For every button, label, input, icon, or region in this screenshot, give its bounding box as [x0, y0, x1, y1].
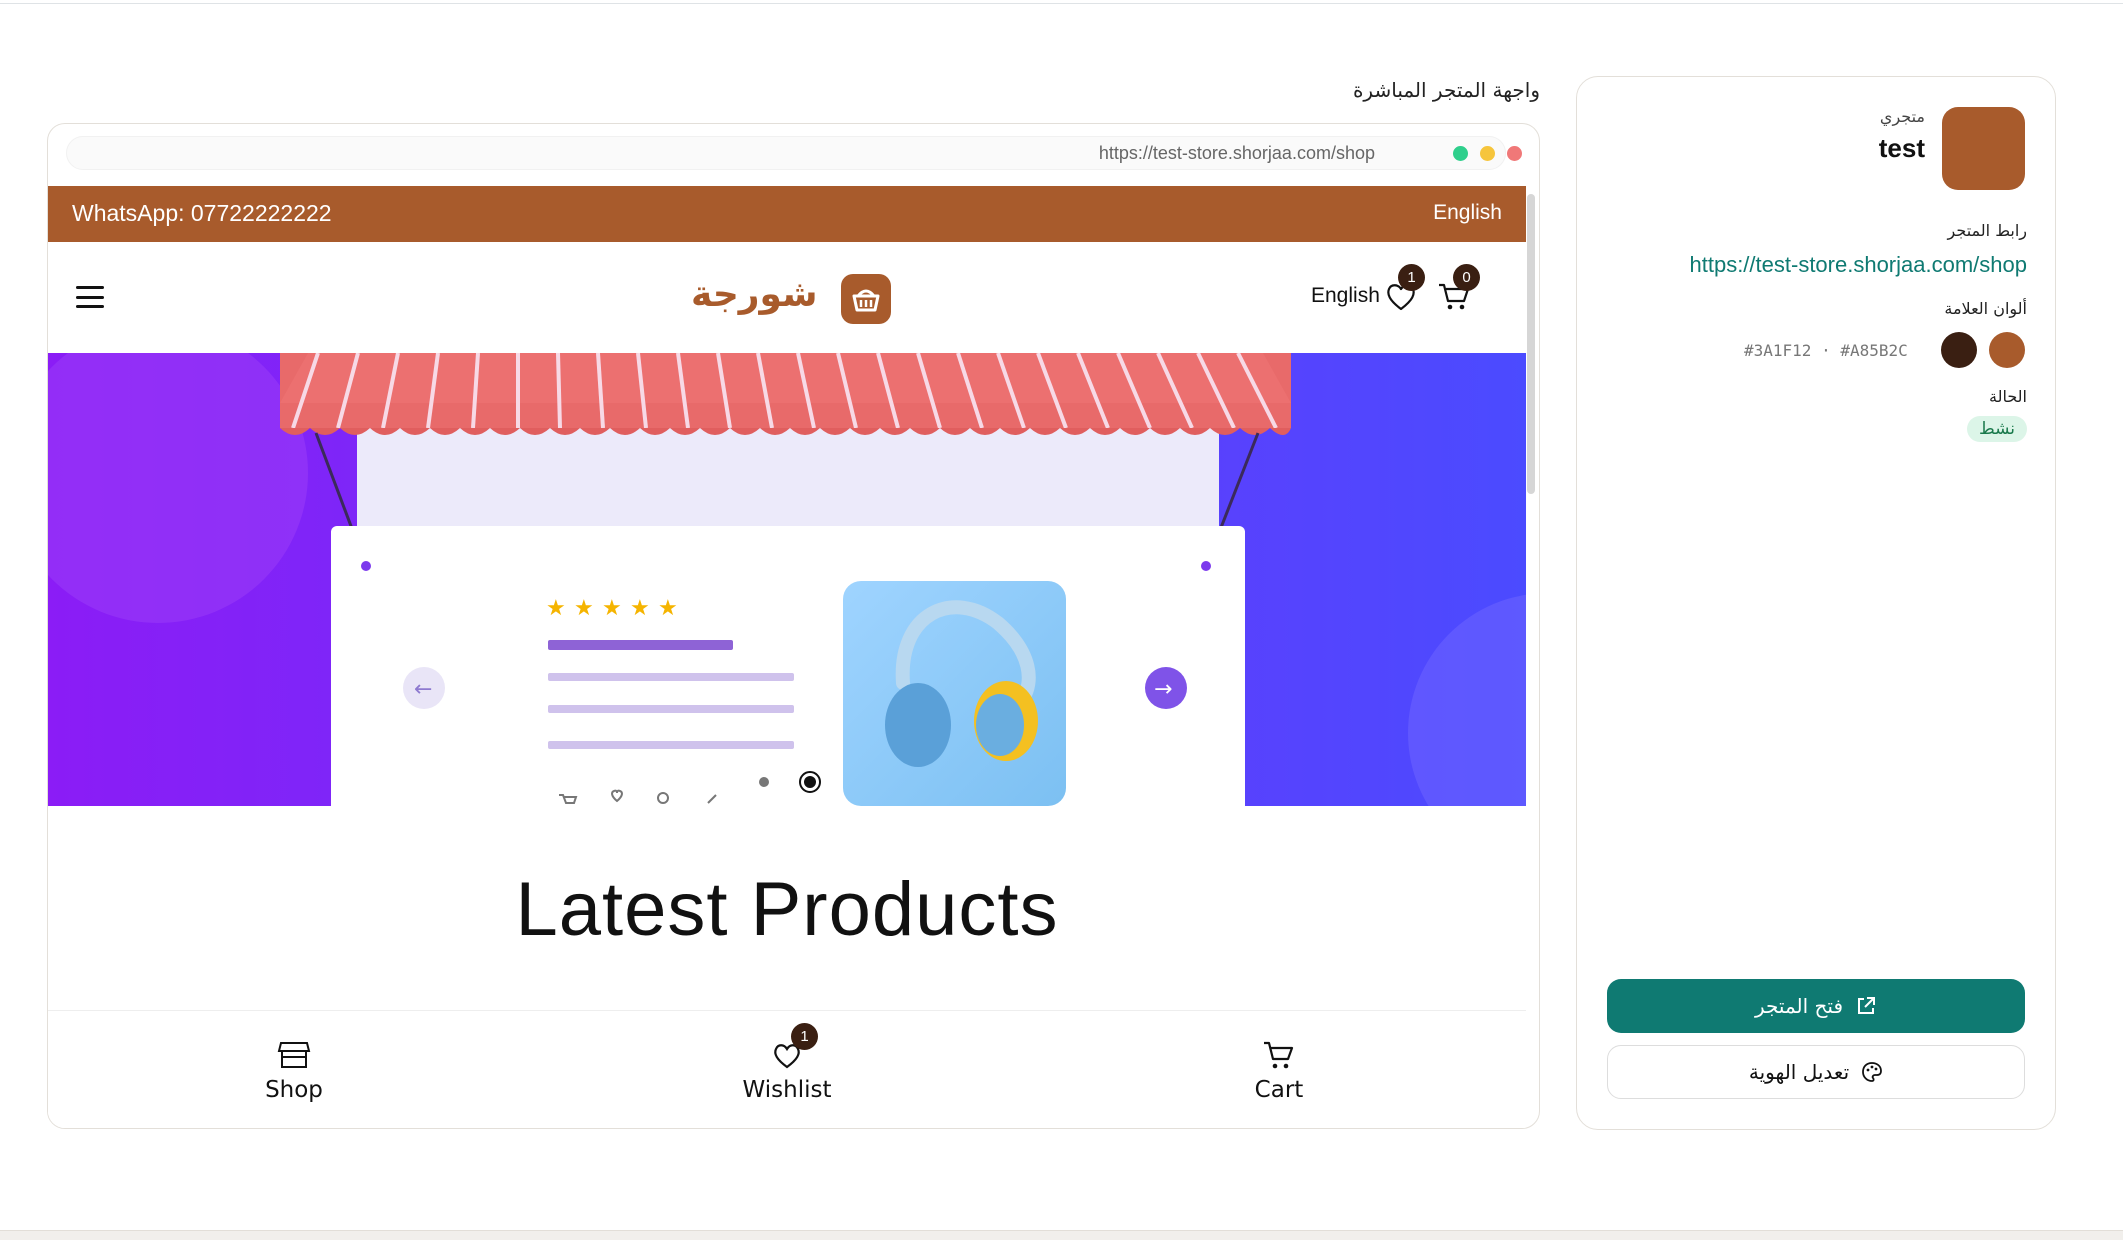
preview-title: واجهة المتجر المباشرة: [1352, 78, 1540, 102]
external-link-icon: [1858, 997, 1876, 1014]
svg-text:→: →: [1154, 677, 1172, 702]
header-language-link[interactable]: English: [1311, 284, 1380, 308]
brand-colors-hex: #3A1F12 · #A85B2C: [1744, 341, 1908, 360]
store-logo[interactable]: شورجة: [691, 274, 891, 324]
status-label: الحالة: [1989, 387, 2027, 406]
wishlist-count-badge: 1: [1398, 264, 1425, 291]
window-dot-red: [1507, 146, 1522, 161]
basket-logo-icon: [841, 274, 891, 324]
storefront-preview[interactable]: WhatsApp: 07722222222 English شورجة Engl…: [48, 186, 1526, 1128]
address-bar: https://test-store.shorjaa.com/shop: [66, 136, 1506, 170]
svg-text:★: ★: [630, 596, 650, 621]
bottom-nav-shop-label: Shop: [265, 1077, 323, 1103]
store-link-label: رابط المتجر: [1947, 221, 2027, 240]
edit-identity-label: تعديل الهوية: [1748, 1060, 1850, 1084]
bottom-wishlist-badge: 1: [791, 1023, 818, 1050]
whatsapp-contact[interactable]: WhatsApp: 07722222222: [72, 200, 332, 227]
bottom-nav-cart-label: Cart: [1254, 1077, 1304, 1103]
address-url: https://test-store.shorjaa.com/shop: [1098, 143, 1375, 163]
store-icon: [277, 1039, 311, 1071]
bottom-border: [0, 1230, 2123, 1240]
top-border: [0, 0, 2123, 4]
store-link-url[interactable]: https://test-store.shorjaa.com/shop: [1690, 252, 2028, 278]
store-kicker: متجري: [1879, 107, 1925, 126]
cart-count-badge: 0: [1453, 264, 1480, 291]
hero-banner[interactable]: ★ ★ ★ ★ ★ ← →: [48, 353, 1526, 806]
hero-illustration: ★ ★ ★ ★ ★ ← →: [48, 353, 1526, 806]
brand-color-swatch-secondary: [1941, 332, 1977, 368]
heart-icon: 1: [770, 1023, 818, 1071]
promo-bar: WhatsApp: 07722222222 English: [48, 186, 1526, 242]
brand-color-swatch-primary: [1989, 332, 2025, 368]
svg-text:★: ★: [546, 596, 566, 621]
svg-text:←: ←: [414, 677, 432, 702]
store-header: شورجة English 1 0: [48, 242, 1526, 353]
svg-text:★: ★: [602, 596, 622, 621]
window-dot-yellow: [1480, 146, 1495, 161]
bottom-nav-wishlist-label: Wishlist: [742, 1077, 832, 1103]
store-name: test: [1878, 133, 1925, 163]
brand-colors-label: ألوان العلامة: [1944, 299, 2027, 318]
logo-wordmark: شورجة: [691, 274, 818, 315]
status-badge: نشط: [1966, 416, 2027, 442]
menu-icon[interactable]: [76, 286, 104, 308]
open-store-label: فتح المتجر: [1754, 994, 1844, 1018]
cart-icon[interactable]: 0: [1436, 264, 1480, 314]
preview-scrollbar[interactable]: [1527, 194, 1535, 494]
palette-icon: [1862, 1062, 1883, 1082]
svg-text:★: ★: [574, 596, 594, 621]
open-store-button[interactable]: فتح المتجر: [1607, 979, 2025, 1033]
store-info-card: متجري test رابط المتجر https://test-stor…: [1576, 76, 2056, 1130]
bottom-navigation: Shop 1 Wishlist Cart: [48, 1010, 1526, 1128]
edit-identity-button[interactable]: تعديل الهوية: [1607, 1045, 2025, 1099]
bottom-nav-cart[interactable]: Cart: [1209, 1039, 1349, 1103]
bottom-nav-shop[interactable]: Shop: [224, 1039, 364, 1103]
window-dot-green: [1453, 146, 1468, 161]
browser-preview-frame: https://test-store.shorjaa.com/shop What…: [47, 123, 1540, 1129]
bottom-nav-wishlist[interactable]: 1 Wishlist: [717, 1023, 857, 1103]
promo-language-link[interactable]: English: [1433, 201, 1502, 225]
wishlist-heart-icon[interactable]: 1: [1383, 264, 1425, 314]
store-avatar: [1942, 107, 2025, 190]
cart-icon: [1262, 1039, 1296, 1071]
section-title-latest-products: Latest Products: [515, 867, 1059, 952]
svg-text:★: ★: [658, 596, 678, 621]
